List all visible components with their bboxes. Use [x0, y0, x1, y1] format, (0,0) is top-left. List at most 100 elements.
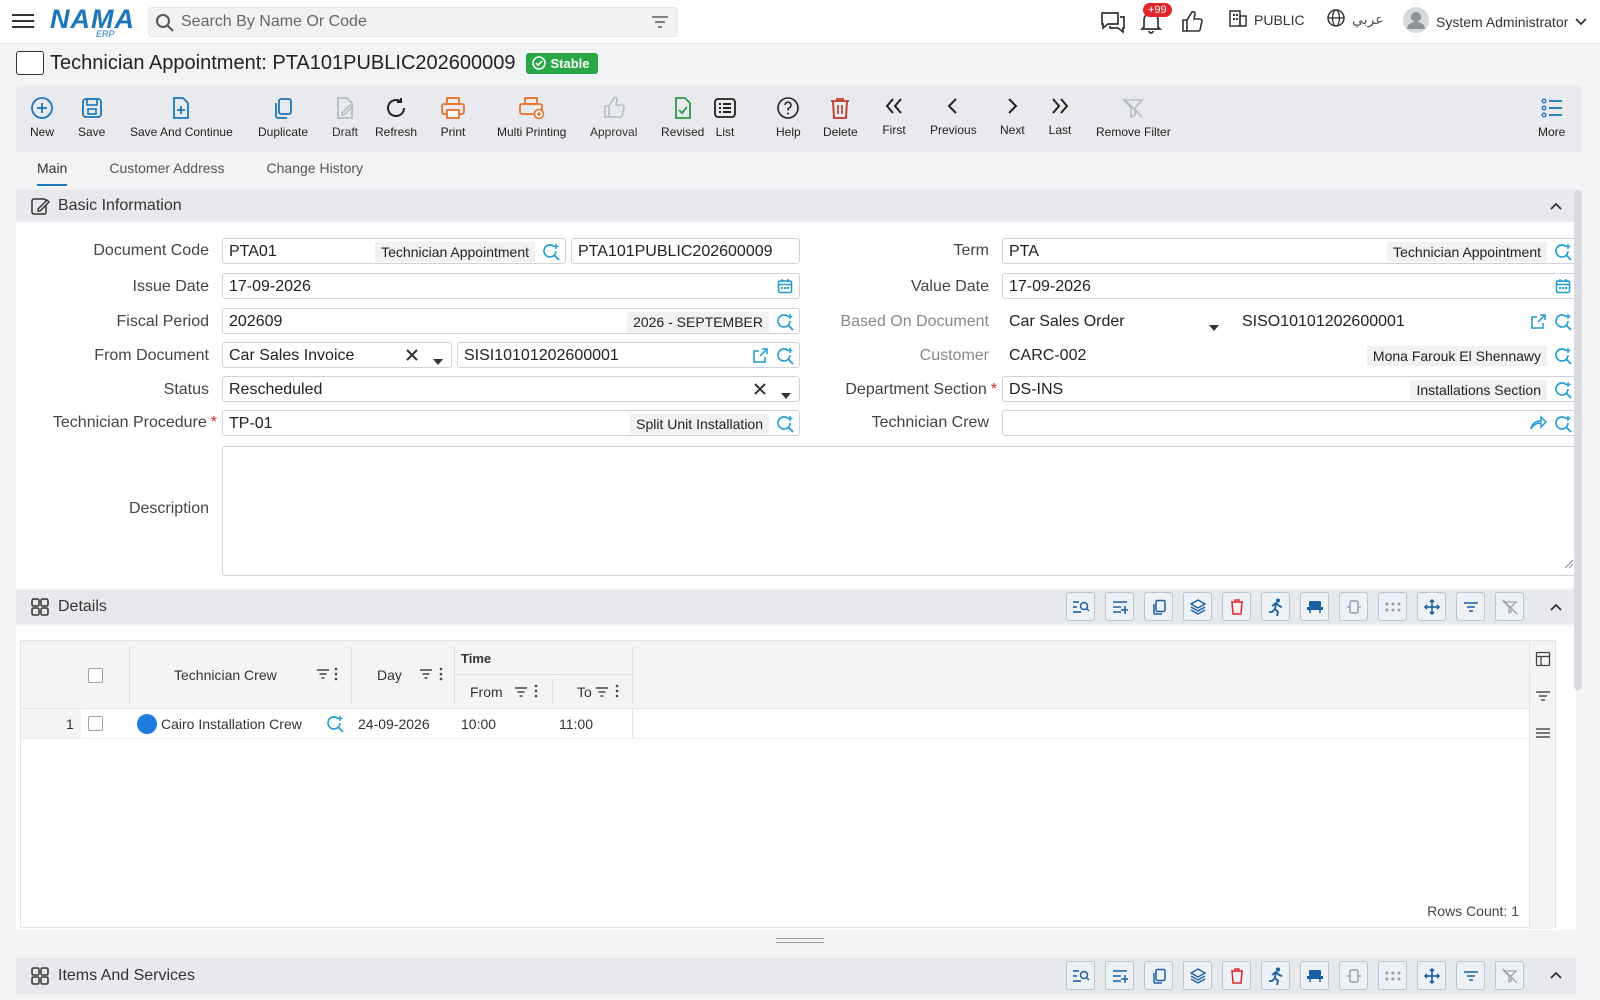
filter-icon[interactable] — [1456, 592, 1485, 621]
value-date-field[interactable]: 17-09-2026 — [1002, 273, 1578, 299]
branch-selector[interactable]: PUBLIC — [1228, 8, 1305, 31]
chevron-up-icon[interactable] — [1548, 198, 1564, 219]
column-menu-icon[interactable] — [534, 684, 538, 701]
page-scrollbar[interactable] — [1574, 190, 1582, 690]
description-textarea[interactable] — [222, 446, 1578, 576]
previous-button[interactable]: Previous — [930, 92, 977, 137]
caret-down-icon[interactable] — [433, 352, 443, 370]
next-button[interactable]: Next — [1000, 92, 1025, 137]
fiscal-period-field[interactable]: 202609 2026 - SEPTEMBER — [222, 308, 800, 334]
search-lookup-icon[interactable] — [1554, 243, 1572, 266]
layers-icon[interactable] — [1183, 961, 1212, 990]
clear-icon[interactable] — [405, 348, 419, 367]
column-filter-icon[interactable] — [514, 685, 528, 701]
transfer-icon[interactable] — [1300, 961, 1329, 990]
external-link-icon[interactable] — [1530, 313, 1547, 335]
search-lookup-icon[interactable] — [1554, 347, 1572, 370]
technician-crew-field[interactable] — [1002, 410, 1578, 436]
column-menu-icon[interactable] — [334, 667, 338, 684]
share-icon[interactable] — [1529, 415, 1547, 436]
based-on-document-type-select[interactable]: Car Sales Order — [1002, 308, 1228, 334]
dots-grid-icon[interactable] — [1378, 592, 1407, 621]
search-lookup-icon[interactable] — [1554, 313, 1572, 336]
language-switch[interactable]: عربي — [1326, 8, 1384, 31]
basic-information-header[interactable]: Basic Information — [16, 189, 1576, 223]
resize-handle-icon[interactable] — [1564, 556, 1574, 572]
search-lookup-icon[interactable] — [542, 243, 560, 266]
customer-field[interactable]: CARC-002 Mona Farouk El Shennawy — [1002, 342, 1578, 368]
chevron-up-icon[interactable] — [1548, 599, 1564, 620]
search-lookup-icon[interactable] — [776, 415, 794, 438]
new-button[interactable]: New — [30, 94, 54, 139]
calendar-icon[interactable] — [777, 278, 793, 299]
search-lookup-icon[interactable] — [1554, 415, 1572, 438]
column-menu-icon[interactable] — [615, 684, 619, 701]
column-header-to[interactable]: To — [577, 684, 592, 700]
department-section-field[interactable]: DS-INS Installations Section — [1002, 376, 1578, 402]
delete-row-icon[interactable] — [1222, 592, 1251, 621]
column-filter-icon[interactable] — [419, 667, 433, 683]
move-icon[interactable] — [1417, 961, 1446, 990]
calendar-icon[interactable] — [1555, 278, 1571, 299]
resize-handle[interactable] — [776, 938, 824, 943]
search-lookup-icon[interactable] — [1554, 381, 1572, 404]
delete-button[interactable]: Delete — [823, 94, 858, 139]
column-header-from[interactable]: From — [470, 684, 503, 700]
cell-to[interactable]: 11:00 — [559, 716, 593, 732]
from-document-type-select[interactable]: Car Sales Invoice — [222, 342, 452, 368]
search-input[interactable] — [179, 11, 639, 33]
approval-button[interactable]: Approval — [590, 94, 637, 139]
print-button[interactable]: Print — [440, 94, 466, 139]
caret-down-icon[interactable] — [1209, 318, 1219, 336]
document-number-field[interactable]: PTA101PUBLIC202600009 — [571, 238, 800, 264]
column-filter-icon[interactable] — [316, 667, 330, 683]
duplicate-button[interactable]: Duplicate — [258, 94, 308, 139]
table-row[interactable]: 1 Cairo Installation Crew 24-09-2026 10:… — [21, 709, 1555, 739]
from-document-number-field[interactable]: SISI10101202600001 — [457, 342, 800, 368]
cell-day[interactable]: 24-09-2026 — [358, 716, 430, 732]
column-header-technician-crew[interactable]: Technician Crew — [174, 667, 277, 683]
filter-off-icon[interactable] — [1495, 961, 1524, 990]
columns-icon[interactable] — [1535, 651, 1551, 670]
save-and-continue-button[interactable]: Save And Continue — [130, 94, 233, 139]
list-button[interactable]: List — [713, 94, 737, 139]
run-icon[interactable] — [1261, 592, 1290, 621]
multi-printing-button[interactable]: Multi Printing — [497, 94, 566, 139]
copy-row-icon[interactable] — [1144, 592, 1173, 621]
column-menu-icon[interactable] — [439, 667, 443, 684]
logo[interactable]: NAMA ERP — [50, 4, 135, 40]
tab-customer-address[interactable]: Customer Address — [88, 152, 245, 186]
fit-columns-icon[interactable] — [1339, 961, 1368, 990]
layers-icon[interactable] — [1183, 592, 1212, 621]
save-button[interactable]: Save — [78, 94, 105, 139]
tab-change-history[interactable]: Change History — [246, 152, 385, 186]
document-code-field[interactable]: PTA01 Technician Appointment — [222, 238, 566, 264]
column-filter-icon[interactable] — [595, 685, 609, 701]
move-icon[interactable] — [1417, 592, 1446, 621]
fit-columns-icon[interactable] — [1339, 592, 1368, 621]
technician-procedure-field[interactable]: TP-01 Split Unit Installation — [222, 410, 800, 436]
issue-date-field[interactable]: 17-09-2026 — [222, 273, 800, 299]
filter-off-icon[interactable] — [1495, 592, 1524, 621]
last-button[interactable]: Last — [1048, 92, 1072, 137]
cell-technician-crew[interactable]: Cairo Installation Crew — [161, 716, 302, 732]
dots-grid-icon[interactable] — [1378, 961, 1407, 990]
external-link-icon[interactable] — [752, 347, 769, 369]
based-on-document-number-field[interactable]: SISO10101202600001 — [1235, 308, 1578, 334]
column-header-day[interactable]: Day — [377, 667, 402, 683]
clear-icon[interactable] — [753, 382, 767, 401]
chevron-up-icon[interactable] — [1548, 967, 1564, 988]
run-icon[interactable] — [1261, 961, 1290, 990]
term-field[interactable]: PTA Technician Appointment — [1002, 238, 1578, 264]
delete-row-icon[interactable] — [1222, 961, 1251, 990]
filter-icon[interactable] — [1456, 961, 1485, 990]
status-select[interactable]: Rescheduled — [222, 376, 800, 402]
thumbs-up-icon[interactable] — [1180, 10, 1204, 37]
tab-main[interactable]: Main — [16, 152, 88, 186]
transfer-icon[interactable] — [1300, 592, 1329, 621]
search-grid-icon[interactable] — [1066, 592, 1095, 621]
chat-icon[interactable] — [1100, 10, 1126, 37]
search-grid-icon[interactable] — [1066, 961, 1095, 990]
items-and-services-header[interactable]: Items And Services — [16, 958, 1576, 994]
cell-from[interactable]: 10:00 — [461, 716, 496, 732]
